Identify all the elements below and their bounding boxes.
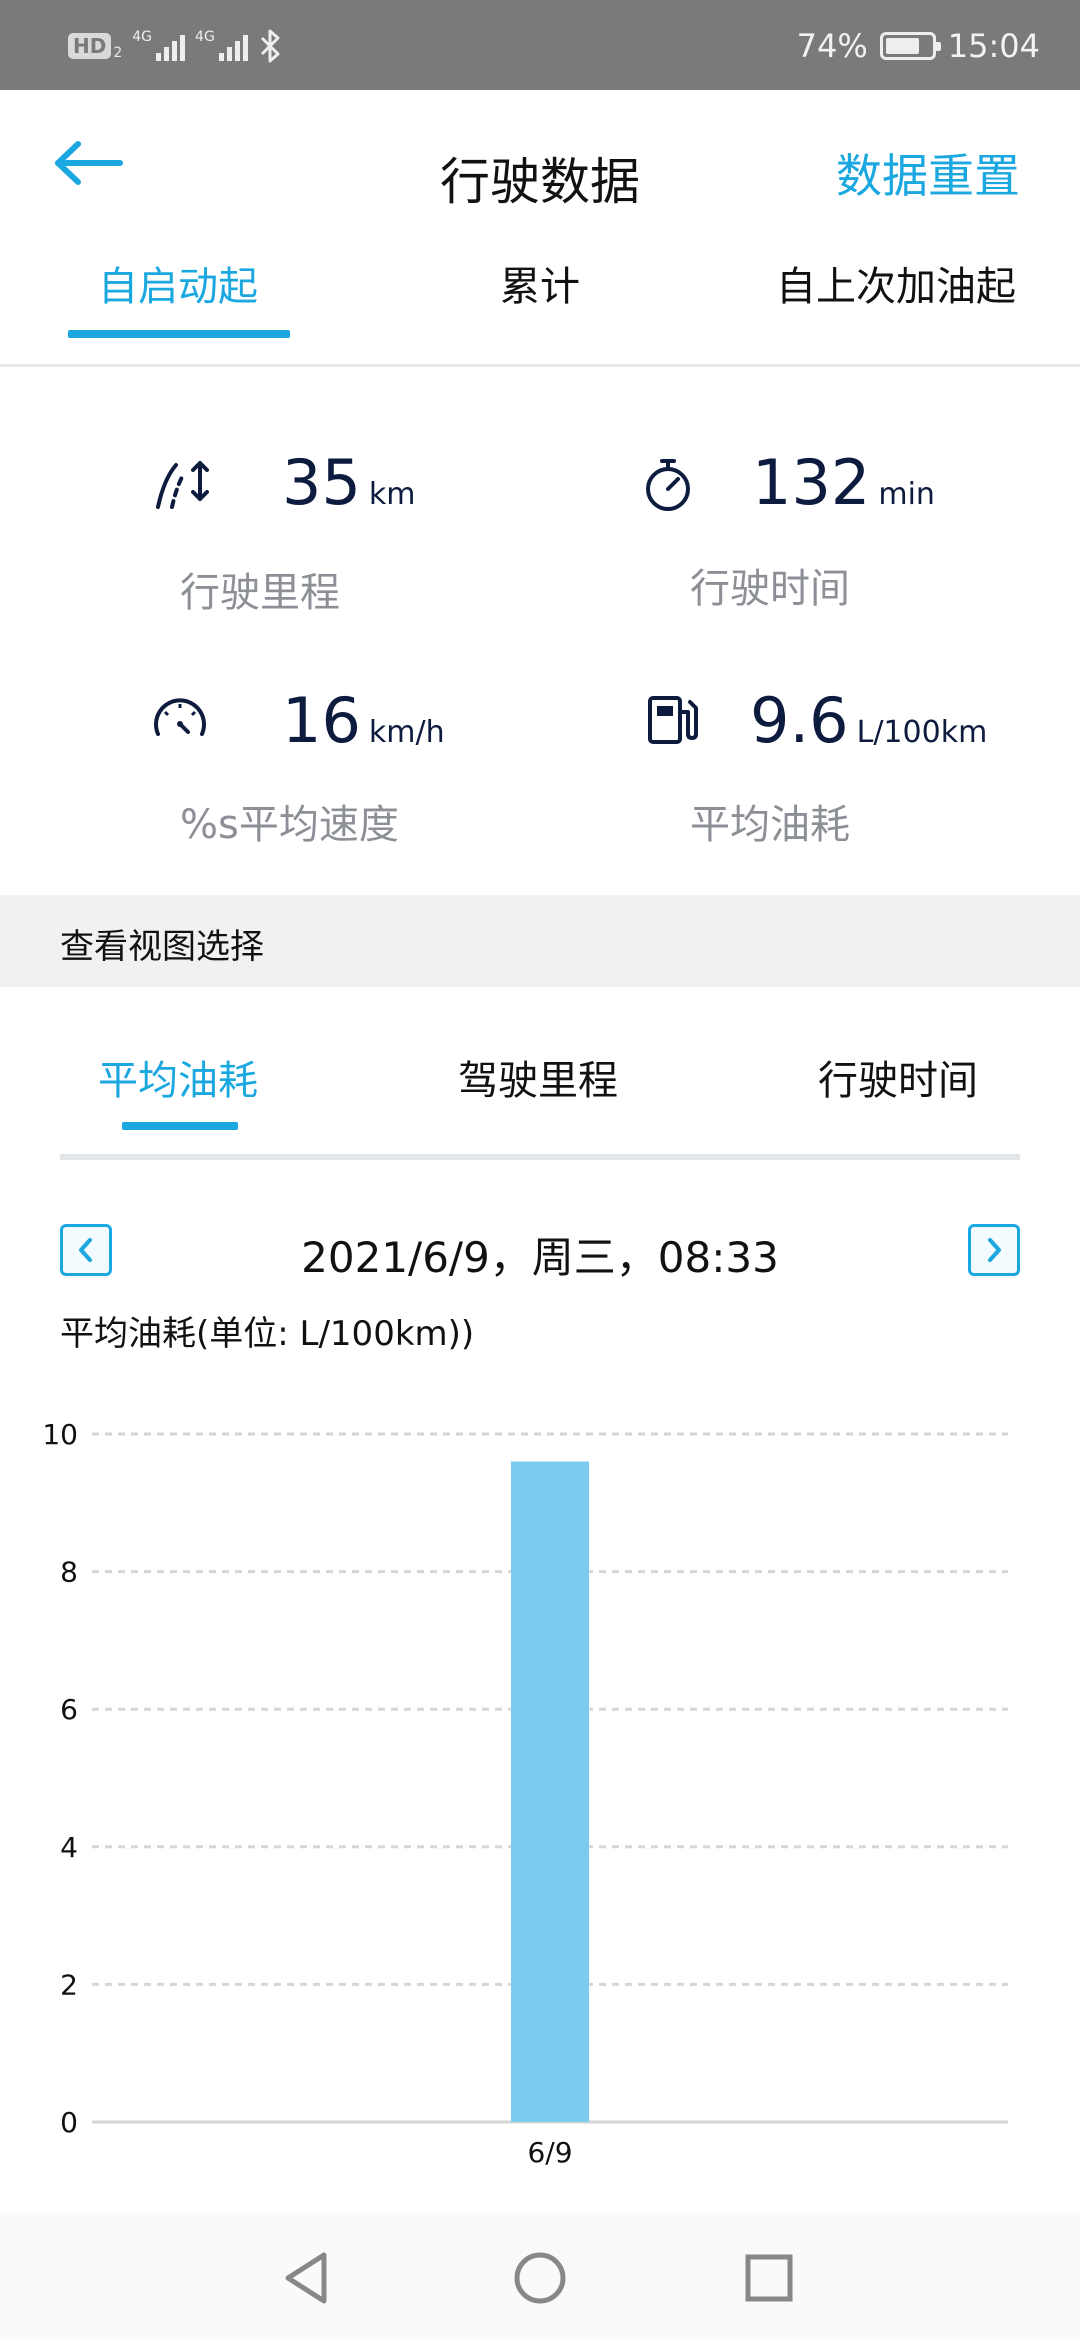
status-right: 74% 15:04 [797, 24, 1040, 68]
tab-indicator [68, 330, 290, 338]
duration-unit: min [878, 477, 935, 512]
consumption-label: 平均油耗 [690, 802, 850, 848]
app-header: 行驶数据 数据重置 [0, 90, 1080, 260]
chevron-right-icon [988, 1238, 1001, 1262]
y-tick-label: 8 [60, 1556, 78, 1589]
triangle-back-icon[interactable] [274, 2243, 344, 2313]
divider [0, 364, 1080, 367]
battery-fill [885, 38, 919, 54]
view-tab-consumption[interactable]: 平均油耗 [98, 1048, 258, 1106]
network-type-1: 4G [132, 29, 153, 45]
y-tick-label: 0 [60, 2106, 78, 2139]
y-tick-label: 10 [42, 1418, 78, 1451]
consumption-value: 9.6 L/100km [750, 684, 988, 757]
speed-label: %s平均速度 [180, 802, 399, 848]
view-tab-duration[interactable]: 行驶时间 [818, 1048, 978, 1106]
bar [511, 1461, 589, 2122]
y-tick-label: 2 [60, 1968, 78, 2001]
consumption-chart: 0 2 4 6 8 10 6/9 [42, 1418, 1008, 2169]
divider [60, 1154, 1020, 1160]
hd-sub: 2 [113, 45, 123, 61]
battery-percent: 74% [796, 27, 868, 65]
consumption-unit: L/100km [856, 715, 988, 750]
status-indicators: HD 2 4G 4G [68, 24, 282, 68]
top-tabs: 自启动起 累计 自上次加油起 [0, 240, 1080, 340]
bluetooth-icon [260, 29, 280, 63]
speedometer-icon [154, 698, 206, 736]
duration-label: 行驶时间 [690, 566, 850, 612]
reset-data-button[interactable]: 数据重置 [836, 140, 1020, 206]
date-navigator: 2021/6/9，周三，08:33 [0, 1220, 1080, 1282]
distance-unit: km [368, 477, 416, 512]
fuel-pump-icon [648, 696, 698, 744]
battery-icon [879, 32, 941, 60]
speed-unit: km/h [368, 715, 445, 750]
chart-subtitle: 平均油耗(单位: L/100km)) [60, 1314, 475, 1354]
view-tab-indicator [122, 1122, 238, 1130]
signal-icon [156, 31, 186, 61]
road-icon [156, 461, 209, 509]
view-selection-title: 查看视图选择 [60, 927, 264, 967]
status-bar: HD 2 4G 4G 74% 15:04 [0, 0, 1080, 90]
next-date-button[interactable] [968, 1224, 1020, 1276]
view-selection-header: 查看视图选择 [0, 895, 1080, 987]
y-tick-label: 6 [60, 1693, 78, 1726]
view-tabs: 平均油耗 驾驶里程 行驶时间 [0, 1030, 1080, 1130]
stopwatch-icon [646, 459, 690, 511]
speed-value: 16 km/h [282, 684, 445, 757]
signal-icon [218, 31, 248, 61]
x-tick-label: 6/9 [527, 2136, 572, 2169]
distance-label: 行驶里程 [180, 570, 340, 616]
network-type-2: 4G [195, 29, 215, 45]
distance-value: 35 km [282, 446, 416, 519]
tab-since-start[interactable]: 自启动起 [98, 254, 258, 312]
date-label: 2021/6/9，周三，08:33 [301, 1233, 779, 1282]
status-time: 15:04 [947, 27, 1040, 65]
hd-badge: HD [68, 33, 112, 59]
system-nav-bar [0, 2215, 1080, 2340]
y-tick-label: 4 [60, 1831, 78, 1864]
circle-home-icon[interactable] [505, 2243, 575, 2313]
tab-since-refuel[interactable]: 自上次加油起 [776, 254, 1016, 312]
square-recents-icon[interactable] [734, 2243, 804, 2313]
view-tab-distance[interactable]: 驾驶里程 [458, 1048, 618, 1106]
tab-cumulative[interactable]: 累计 [500, 254, 580, 312]
duration-value: 132 min [752, 446, 935, 519]
